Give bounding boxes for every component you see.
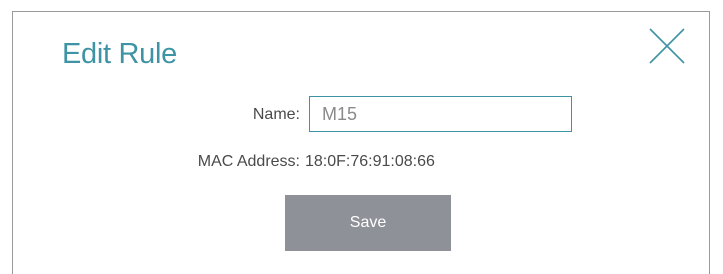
dialog-border-left — [12, 11, 13, 274]
dialog-border-right — [709, 11, 710, 274]
dialog-border-top — [12, 11, 710, 12]
name-input[interactable] — [309, 96, 572, 132]
edit-rule-dialog: Edit Rule Name: MAC Address: 18:0F:76:91… — [0, 0, 723, 274]
mac-address-label: MAC Address: — [197, 153, 300, 170]
close-icon — [649, 28, 685, 64]
name-label: Name: — [252, 106, 300, 123]
dialog-title: Edit Rule — [62, 38, 177, 70]
mac-address-value: 18:0F:76:91:08:66 — [305, 153, 435, 170]
save-button[interactable]: Save — [285, 195, 451, 251]
close-button[interactable] — [648, 27, 686, 65]
